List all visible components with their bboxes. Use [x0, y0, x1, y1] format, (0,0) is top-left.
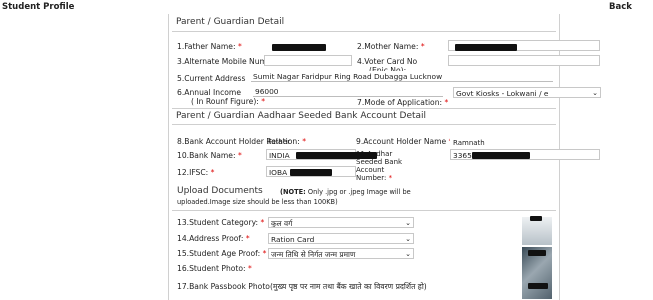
voter-card-label: 4.Voter Card No	[357, 57, 418, 66]
student-category-label: 13.Student Category: *	[177, 218, 265, 227]
redaction-bar	[455, 44, 517, 51]
page-title: Student Profile	[2, 2, 75, 12]
section-divider	[172, 210, 556, 211]
account-holder-label: 9.Account Holder Name *	[356, 137, 452, 146]
application-mode-select[interactable]: Govt Kiosks - Lokwani / e ⌄	[453, 87, 601, 98]
age-proof-label: 15.Student Age Proof: *	[177, 249, 267, 258]
annual-income-sublabel: ( In Rounf Figure): *	[191, 97, 266, 106]
annual-income-field[interactable]: 96000	[253, 86, 443, 97]
chevron-down-icon: ⌄	[405, 219, 411, 227]
redaction-bar	[290, 169, 332, 176]
redaction-bar	[530, 216, 542, 221]
relation-value[interactable]: Father	[268, 138, 290, 146]
age-proof-select[interactable]: जन्म तिथि से निर्गत जन्म प्रमाण ⌄	[268, 248, 414, 259]
father-name-label: 1.Father Name: *	[177, 42, 242, 51]
voter-card-field[interactable]	[448, 55, 600, 66]
redaction-bar	[472, 152, 530, 159]
alternate-mobile-field[interactable]	[264, 55, 352, 66]
mother-name-label: 2.Mother Name: *	[357, 42, 425, 51]
redaction-bar	[528, 250, 546, 256]
section-divider	[172, 124, 556, 125]
account-holder-field[interactable]: Ramnath	[450, 137, 550, 148]
current-address-field[interactable]: Sumit Nagar Faridpur Ring Road Dubagga L…	[251, 71, 553, 82]
redaction-bar	[347, 152, 377, 159]
annual-income-label: 6.Annual Income	[177, 88, 241, 97]
aadhaar-section-title: Parent / Guardian Aadhaar Seeded Bank Ac…	[176, 111, 427, 121]
ifsc-label: 12.IFSC: *	[177, 168, 215, 177]
caste-document-thumbnail[interactable]	[522, 217, 552, 245]
bank-name-label: 10.Bank Name: *	[177, 151, 242, 160]
redaction-bar	[528, 283, 548, 289]
guardian-section-title: Parent / Guardian Detail	[176, 17, 285, 27]
upload-section-title: Upload Documents	[177, 186, 263, 196]
current-address-label: 5.Current Address	[177, 74, 246, 83]
address-proof-label: 14.Address Proof: *	[177, 234, 250, 243]
upload-note-line2: uploaded.Image size should be less than …	[177, 198, 338, 206]
redaction-bar	[296, 152, 354, 159]
redaction-bar	[272, 44, 326, 51]
section-divider	[172, 108, 556, 109]
application-mode-label: 7.Mode of Application: *	[357, 98, 449, 107]
passbook-photo-label: 17.Bank Passbook Photo(मुख्य पृष्ठ पर ना…	[177, 282, 427, 291]
chevron-down-icon: ⌄	[405, 250, 411, 258]
upload-note: (NOTE: Only .jpg or .jpeg Image will be	[280, 188, 411, 196]
chevron-down-icon: ⌄	[592, 89, 598, 97]
student-category-select[interactable]: कुल वर्ग ⌄	[268, 217, 414, 228]
section-divider	[172, 31, 556, 32]
back-link[interactable]: Back	[609, 2, 632, 12]
student-photo-label: 16.Student Photo: *	[177, 264, 252, 273]
address-proof-select[interactable]: Ration Card ⌄	[268, 233, 414, 244]
chevron-down-icon: ⌄	[405, 235, 411, 243]
